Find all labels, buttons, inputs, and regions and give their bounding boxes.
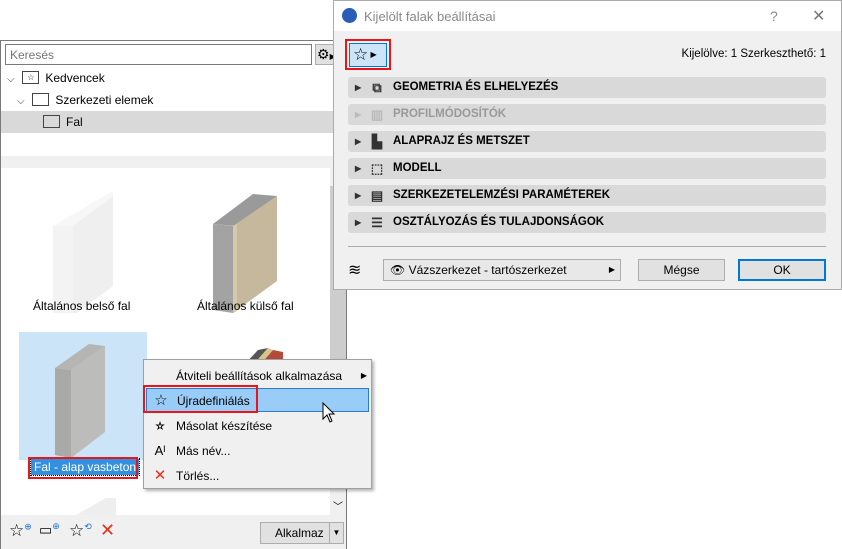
layer-value: Vázszerkezet - tartószerkezet xyxy=(408,263,567,277)
dialog-title: Kijelölt falak beállításai xyxy=(364,9,496,24)
context-menu: Átviteli beállítások alkalmazása ▶ ☆ Újrad… xyxy=(143,359,372,489)
splitter[interactable] xyxy=(1,152,346,168)
delete-icon[interactable]: ✕ xyxy=(100,520,115,541)
section-label: GEOMETRIA ÉS ELHELYEZÉS xyxy=(393,81,559,93)
menu-label: Másolat készítése xyxy=(176,419,273,433)
chevron-down-icon[interactable]: ⌵ xyxy=(7,69,19,91)
favorite-item-concrete-wall[interactable] xyxy=(19,332,147,460)
eye-icon: 👁 xyxy=(390,263,406,277)
close-button[interactable]: ✕ xyxy=(812,6,825,26)
tree-item-favorites[interactable]: ⌵ ☆ Kedvencek xyxy=(1,67,346,89)
wall-thumbnail xyxy=(53,191,113,316)
title-bar: Kijelölt falak beállításai ? ✕ xyxy=(334,1,841,31)
selection-status: Kijelölve: 1 Szerkeszthető: 1 xyxy=(681,48,826,60)
section-label: PROFILMÓDOSÍTÓK xyxy=(393,108,507,120)
new-folder-icon[interactable]: ▭⊕ xyxy=(39,521,60,539)
tree-label: Kedvencek xyxy=(45,71,105,85)
section-floor-plan[interactable]: ▶ ▙ ALAPRAJZ ÉS METSZET xyxy=(348,131,826,152)
menu-label: Más név... xyxy=(176,444,231,458)
menu-label: Törlés... xyxy=(176,469,220,483)
tree-item-structural[interactable]: ⌵ Szerkezeti elemek xyxy=(1,89,346,111)
favorite-label[interactable]: Általános belső fal xyxy=(33,299,130,313)
search-input[interactable] xyxy=(5,44,312,65)
duplicate-star-icon: ⭐︎ xyxy=(154,417,166,434)
chevron-right-icon: ▶ xyxy=(360,371,367,380)
wall-thumbnail xyxy=(76,498,116,515)
apply-label: Alkalmaz xyxy=(275,526,324,540)
rename-icon: Aᴵ xyxy=(154,443,166,458)
apply-button[interactable]: Alkalmaz ▼ xyxy=(260,522,344,544)
section-label: ALAPRAJZ ÉS METSZET xyxy=(393,135,530,147)
add-favorite-icon[interactable]: ☆⊕ xyxy=(9,521,32,541)
chevron-down-icon[interactable]: ⌵ xyxy=(17,91,29,113)
section-classification[interactable]: ▶ ☰ OSZTÁLYOZÁS ÉS TULAJDONSÁGOK xyxy=(348,212,826,233)
favorite-item-exterior-wall[interactable] xyxy=(211,191,279,313)
favorite-label[interactable]: Általános külső fal xyxy=(197,299,294,313)
section-label: OSZTÁLYOZÁS ÉS TULAJDONSÁGOK xyxy=(393,216,605,228)
wall-thumbnail xyxy=(55,344,105,458)
profile-icon: ▥ xyxy=(370,107,384,122)
folder-icon xyxy=(32,93,50,107)
menu-item-delete[interactable]: ✕ Törlés... xyxy=(146,464,369,488)
annotation-highlight xyxy=(143,385,258,413)
wall-settings-dialog: Kijelölt falak beállításai ? ✕ ☆ ▶ Kijel… xyxy=(333,0,842,290)
scroll-down-icon[interactable]: ﹀ xyxy=(333,498,343,513)
geometry-icon: ⧉ xyxy=(372,80,382,95)
ok-button[interactable]: OK xyxy=(738,259,826,281)
favorites-folder-icon: ☆ xyxy=(22,71,40,85)
cancel-button[interactable]: Mégse xyxy=(638,259,725,281)
section-structural-analysis[interactable]: ▶ ▤ SZERKEZETELEMZÉSI PARAMÉTEREK xyxy=(348,185,826,206)
help-button[interactable]: ? xyxy=(770,8,778,24)
chevron-right-icon: ▶ xyxy=(608,265,615,274)
delete-icon: ✕ xyxy=(153,467,167,484)
chevron-down-icon[interactable]: ▼ xyxy=(329,523,343,543)
section-profile-modifiers: ▶ ▥ PROFILMÓDOSÍTÓK xyxy=(348,104,826,125)
layers-icon: ≋ xyxy=(348,262,362,279)
favorites-toolbar: ☆⊕ ▭⊕ ☆⟲ ✕ Alkalmaz ▼ xyxy=(1,515,346,549)
layer-dropdown[interactable]: 👁 Vázszerkezet - tartószerkezet ▶ xyxy=(383,259,621,281)
app-logo-icon xyxy=(342,8,357,23)
document-icon: ☰ xyxy=(371,215,383,230)
menu-item-rename[interactable]: Aᴵ Más név... xyxy=(146,439,369,463)
section-geometry[interactable]: ▶ ⧉ GEOMETRIA ÉS ELHELYEZÉS xyxy=(348,77,826,98)
tree-item-wall[interactable]: Fal xyxy=(1,111,346,133)
annotation-highlight xyxy=(345,39,391,70)
favorite-item-interior-wall[interactable] xyxy=(51,191,115,316)
annotation-highlight xyxy=(28,457,138,479)
wall-thumbnail xyxy=(213,194,277,313)
section-label: SZERKEZETELEMZÉSI PARAMÉTEREK xyxy=(393,189,611,201)
floor-plan-icon: ▙ xyxy=(372,134,382,149)
section-label: MODELL xyxy=(393,162,442,174)
section-model[interactable]: ▶ ⬚ MODELL xyxy=(348,158,826,179)
tree-label: Fal xyxy=(66,115,83,129)
redefine-favorite-icon[interactable]: ☆⟲ xyxy=(69,521,92,541)
structural-analysis-icon: ▤ xyxy=(370,188,384,203)
divider xyxy=(348,246,826,247)
folder-icon xyxy=(43,115,60,129)
model-icon: ⬚ xyxy=(370,161,384,176)
tree-label: Szerkezeti elemek xyxy=(55,93,154,107)
gear-icon: ⚙ xyxy=(317,46,330,62)
mouse-cursor-icon xyxy=(322,402,336,423)
